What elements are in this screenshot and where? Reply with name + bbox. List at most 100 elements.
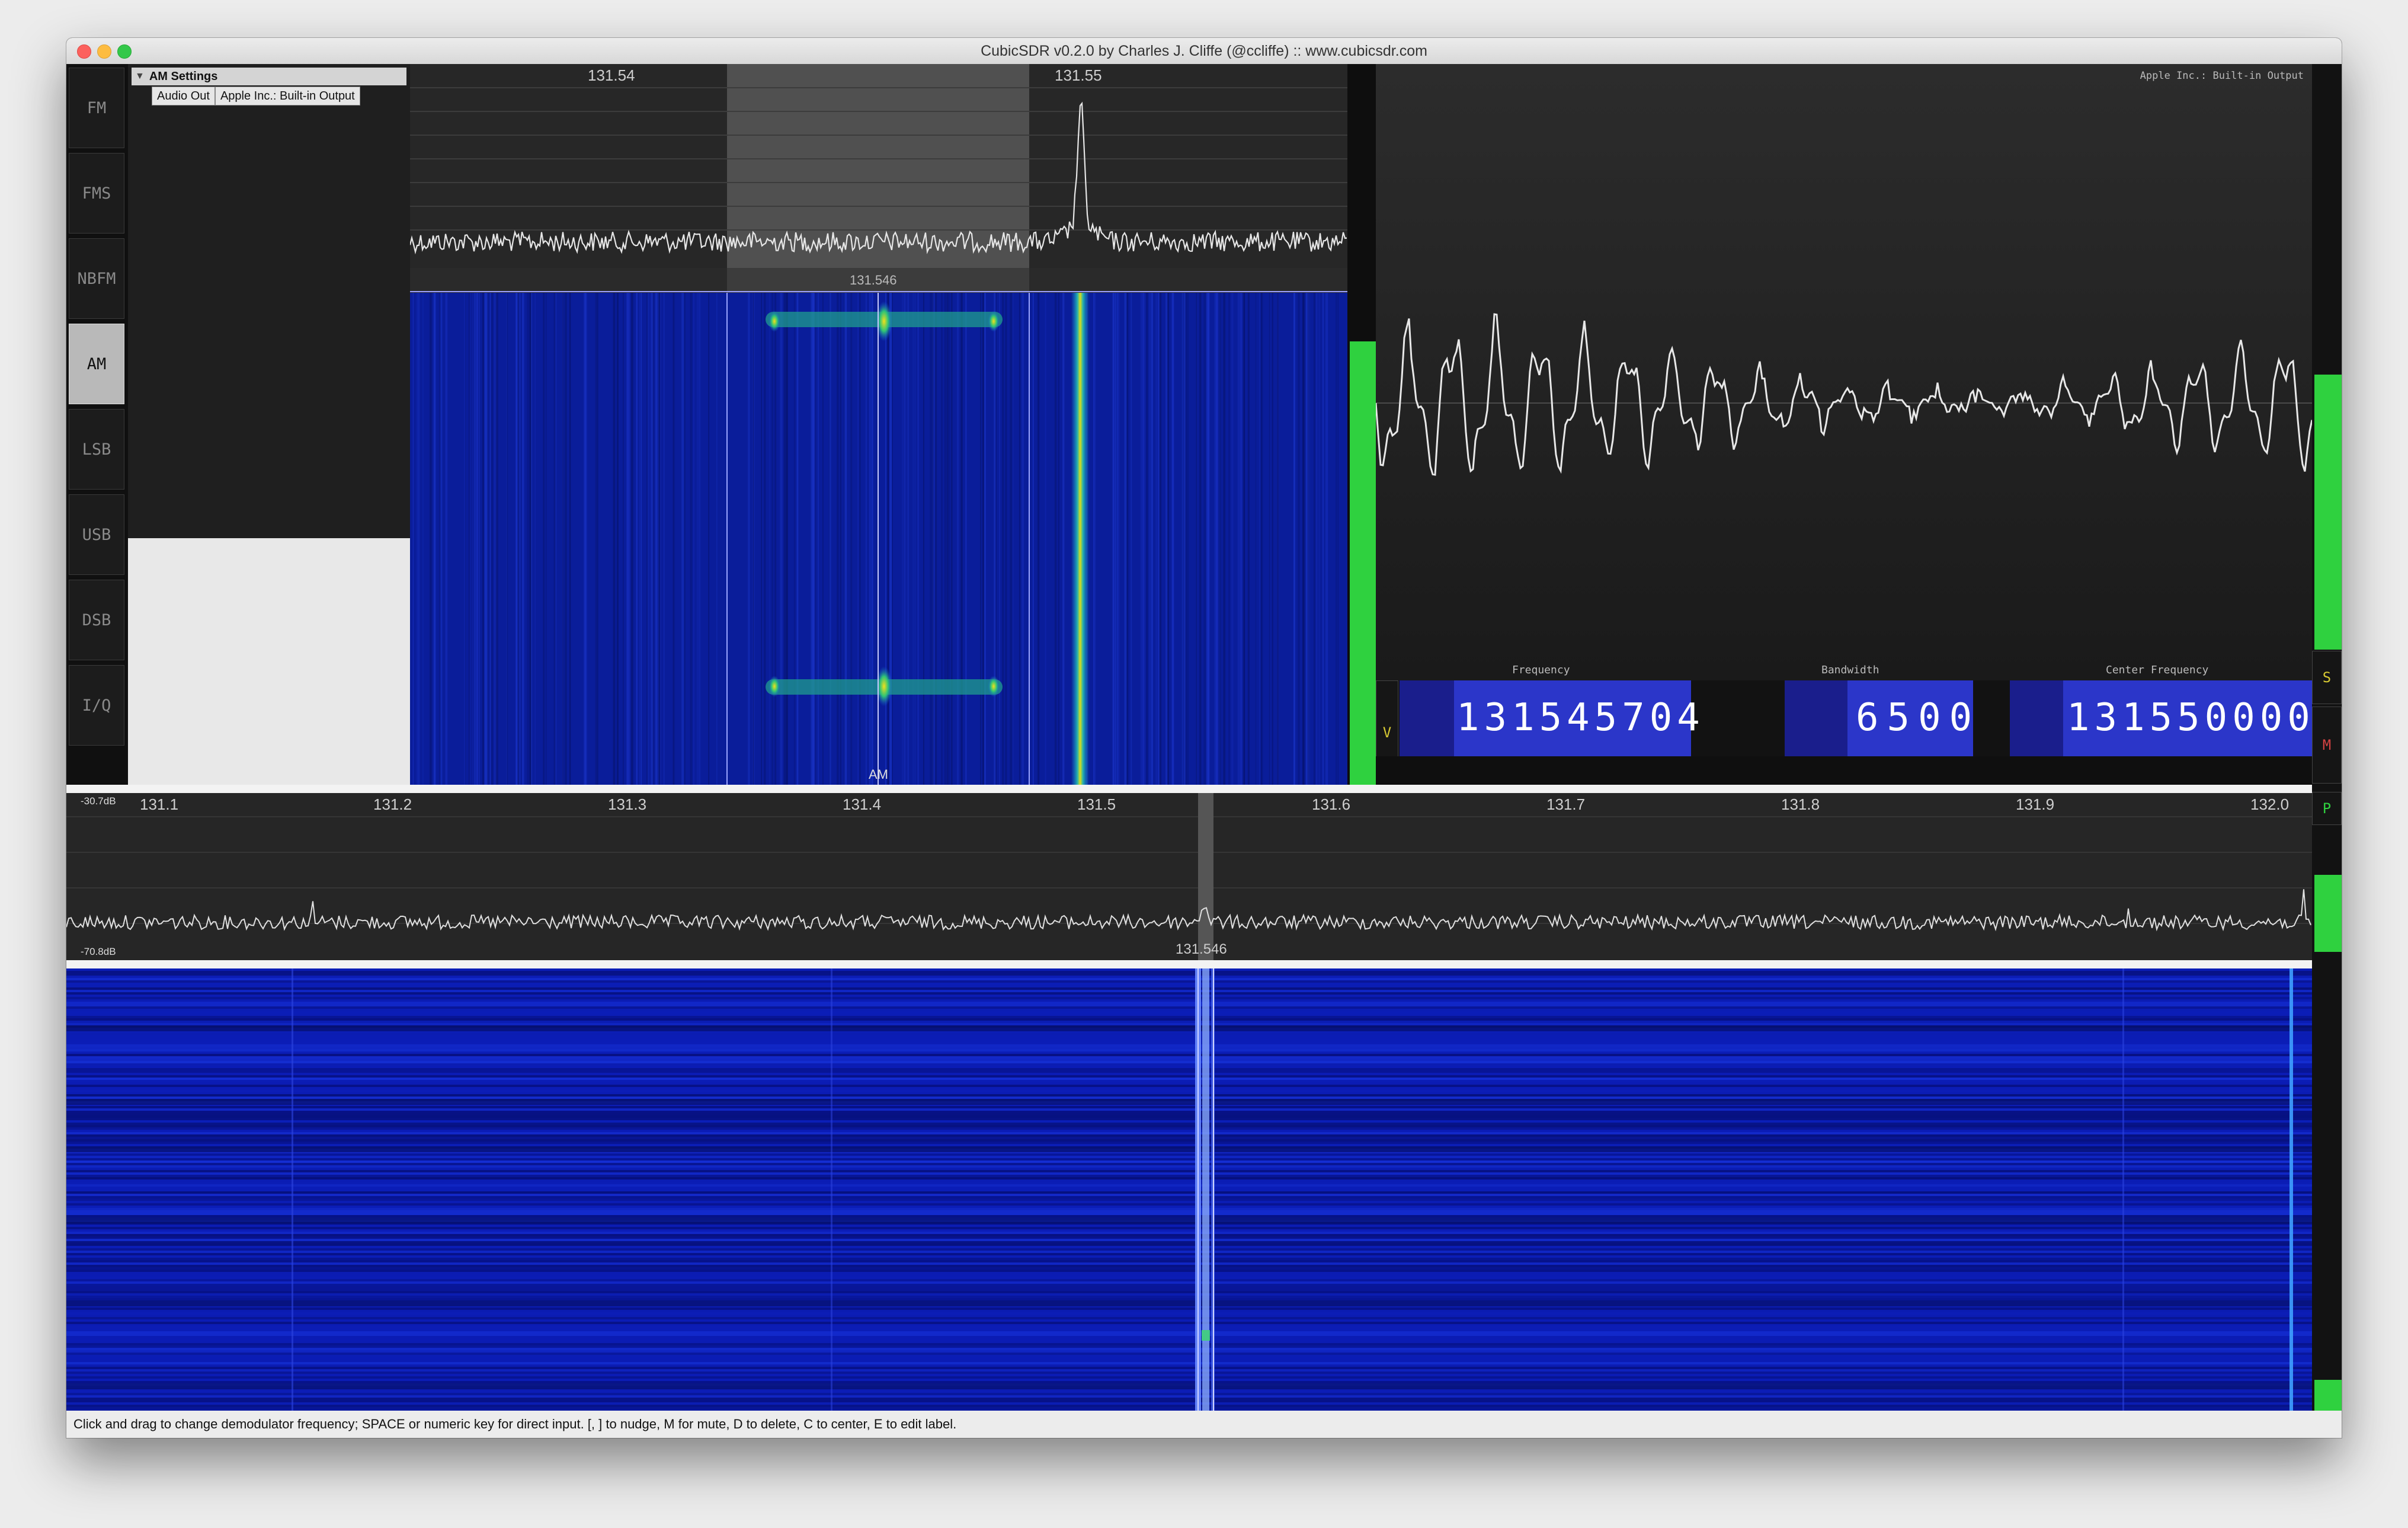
waterfall-noise-streak	[1316, 293, 1318, 785]
waterfall-dark-band	[66, 1025, 2312, 1031]
waterfall-noise-streak	[534, 293, 536, 785]
waterfall-band	[66, 1229, 2312, 1232]
waterfall-noise-streak	[1062, 293, 1065, 785]
waterfall-noise-streak	[613, 293, 616, 785]
audio-out-select[interactable]: Apple Inc.: Built-in Output	[214, 87, 360, 106]
mode-button-am[interactable]: AM	[69, 324, 124, 404]
waterfall-noise-streak	[914, 293, 916, 785]
demod-settings-panel: ▼ AM Settings Audio Out Apple Inc.: Buil…	[128, 64, 410, 785]
mode-button-usb[interactable]: USB	[69, 494, 124, 575]
mode-button-dsb[interactable]: DSB	[69, 580, 124, 660]
waterfall-noise-streak	[698, 293, 701, 785]
waterfall-band	[66, 1016, 2312, 1018]
waterfall-noise-streak	[935, 293, 937, 785]
main-tick-label: 131.4	[843, 795, 882, 813]
waterfall-band	[66, 1272, 2312, 1274]
zoom-selected-freq: 131.546	[850, 273, 897, 287]
main-waterfall[interactable]: AM	[66, 968, 2312, 1438]
bandwidth-label: Bandwidth	[1821, 664, 1879, 676]
window-title: CubicSDR v0.2.0 by Charles J. Cliffe (@c…	[981, 43, 1427, 59]
waterfall-band	[66, 1201, 2312, 1203]
waterfall-band	[66, 1239, 2312, 1241]
waterfall-band	[66, 973, 2312, 976]
panel-divider[interactable]	[66, 785, 2312, 793]
center-frequency-input[interactable]: 131550000	[2067, 696, 2315, 740]
waterfall-band	[66, 1044, 2312, 1047]
waterfall-noise-streak	[1126, 293, 1128, 785]
waterfall-band	[66, 1248, 2312, 1251]
waterfall-noise-streak	[902, 293, 904, 785]
waterfall-noise-streak	[1214, 293, 1216, 785]
mode-button-lsb[interactable]: LSB	[69, 409, 124, 490]
waterfall-noise-streak	[693, 293, 695, 785]
waterfall-band	[66, 1310, 2312, 1312]
waterfall-band	[66, 1198, 2312, 1201]
waterfall-band	[66, 1369, 2312, 1372]
waterfall-noise-streak	[917, 293, 919, 785]
mode-button-nbfm[interactable]: NBFM	[69, 238, 124, 319]
waterfall-band	[66, 1296, 2312, 1298]
waterfall-noise-streak	[684, 293, 686, 785]
audio-scope: Apple Inc.: Built-in Output	[1376, 64, 2312, 680]
waterfall-dark-band	[66, 1146, 2312, 1152]
waterfall-noise-streak	[980, 293, 981, 785]
settings-header[interactable]: ▼ AM Settings	[132, 68, 406, 85]
waterfall-noise-streak	[655, 293, 658, 785]
waterfall-band	[66, 978, 2312, 980]
waterfall-band	[66, 1049, 2312, 1051]
waterfall-noise-streak	[1002, 293, 1004, 785]
waterfall-noise-streak	[1143, 293, 1145, 785]
waterfall-noise-streak	[1231, 293, 1234, 785]
waterfall-noise-streak	[1010, 293, 1013, 785]
waterfall-noise-streak	[474, 293, 476, 785]
collapse-triangle-icon[interactable]: ▼	[135, 71, 145, 82]
waterfall-band	[66, 1021, 2312, 1023]
peak-hold-button[interactable]: P	[2312, 792, 2342, 825]
waterfall-noise-streak	[476, 293, 478, 785]
waterfall-noise-streak	[486, 293, 488, 785]
waterfall-noise-streak	[837, 293, 839, 785]
waterfall-band	[66, 1191, 2312, 1194]
waterfall-noise-streak	[889, 293, 892, 785]
zoom-waterfall[interactable]: AM	[410, 293, 1347, 785]
mode-button-iq[interactable]: I/Q	[69, 665, 124, 746]
waterfall-noise-streak	[564, 293, 567, 785]
waterfall-noise-streak	[708, 293, 710, 785]
waterfall-band	[66, 968, 2312, 971]
waterfall-noise-streak	[1115, 293, 1116, 785]
signal-level-meter[interactable]	[1347, 64, 1376, 785]
waterfall-band	[66, 1120, 2312, 1123]
waterfall-noise-streak	[1045, 293, 1046, 785]
waterfall-band	[66, 1246, 2312, 1248]
bandwidth-input[interactable]: 6500	[1856, 696, 1980, 740]
zoom-tick-label: 131.55	[1055, 66, 1102, 84]
waterfall-noise-streak	[783, 293, 786, 785]
mode-button-fms[interactable]: FMS	[69, 153, 124, 234]
mode-button-fm[interactable]: FM	[69, 68, 124, 148]
waterfall-band	[66, 1279, 2312, 1281]
frequency-input[interactable]: 131545704	[1456, 696, 1705, 740]
waterfall-band	[66, 1334, 2312, 1336]
waterfall-band	[66, 1357, 2312, 1360]
squelch-button[interactable]: S	[2312, 651, 2342, 704]
mute-button[interactable]: M	[2312, 707, 2342, 784]
waterfall-noise-streak	[529, 293, 531, 785]
waterfall-band	[66, 1054, 2312, 1056]
waterfall-band	[66, 1213, 2312, 1215]
spectrum-avg-meter[interactable]	[2314, 875, 2342, 952]
waterfall-band	[66, 1023, 2312, 1025]
gain-meter-bar[interactable]	[2314, 375, 2342, 650]
waterfall-noise-streak	[871, 293, 873, 785]
waterfall-noise-streak	[1054, 293, 1057, 785]
panel-divider-2[interactable]	[66, 960, 2312, 968]
main-spectrum[interactable]: -30.7dB -70.8dB 131.1 131.2 131.3 131.4 …	[66, 793, 2312, 960]
waterfall-noise-streak	[850, 293, 853, 785]
waterfall-noise-streak	[957, 293, 959, 785]
waterfall-band	[66, 1009, 2312, 1011]
waterfall-band	[66, 1108, 2312, 1111]
waterfall-noise-streak	[844, 293, 847, 785]
waterfall-noise-streak	[865, 293, 867, 785]
waterfall-noise-streak	[465, 293, 466, 785]
waterfall-band	[66, 1047, 2312, 1049]
zoom-spectrum[interactable]: 131.54 131.55 131.546	[410, 64, 1347, 293]
